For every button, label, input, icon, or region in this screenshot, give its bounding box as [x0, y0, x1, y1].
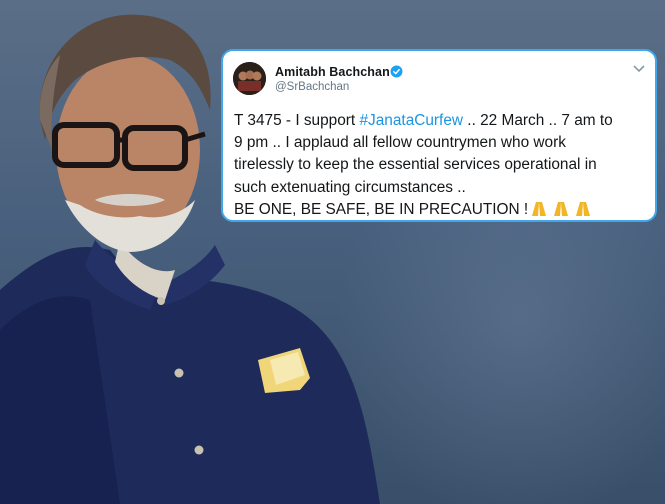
- folded-hands-icon: [532, 201, 591, 216]
- author-handle[interactable]: @SrBachchan: [275, 81, 349, 93]
- tweet-line-3: tirelessly to keep the essential service…: [234, 156, 597, 174]
- author-name[interactable]: Amitabh Bachchan: [275, 65, 390, 79]
- tweet-line-2: 9 pm .. I applaud all fellow countrymen …: [234, 134, 566, 152]
- tweet-line-5: BE ONE, BE SAFE, BE IN PRECAUTION !: [234, 199, 654, 221]
- chevron-down-icon[interactable]: [633, 65, 645, 73]
- tweet-line-1: T 3475 - I support #JanataCurfew .. 22 M…: [234, 112, 613, 129]
- tweet-text: T 3475 - I support #JanataCurfew .. 22 M…: [234, 110, 654, 221]
- verified-badge-icon: [390, 65, 403, 78]
- tweet-line-4: such extenuating circumstances ..: [234, 178, 466, 196]
- tweet-card[interactable]: Amitabh Bachchan @SrBachchan T 3475 - I …: [221, 49, 657, 222]
- author-avatar[interactable]: [233, 62, 266, 95]
- hashtag-link[interactable]: #JanataCurfew: [359, 112, 463, 129]
